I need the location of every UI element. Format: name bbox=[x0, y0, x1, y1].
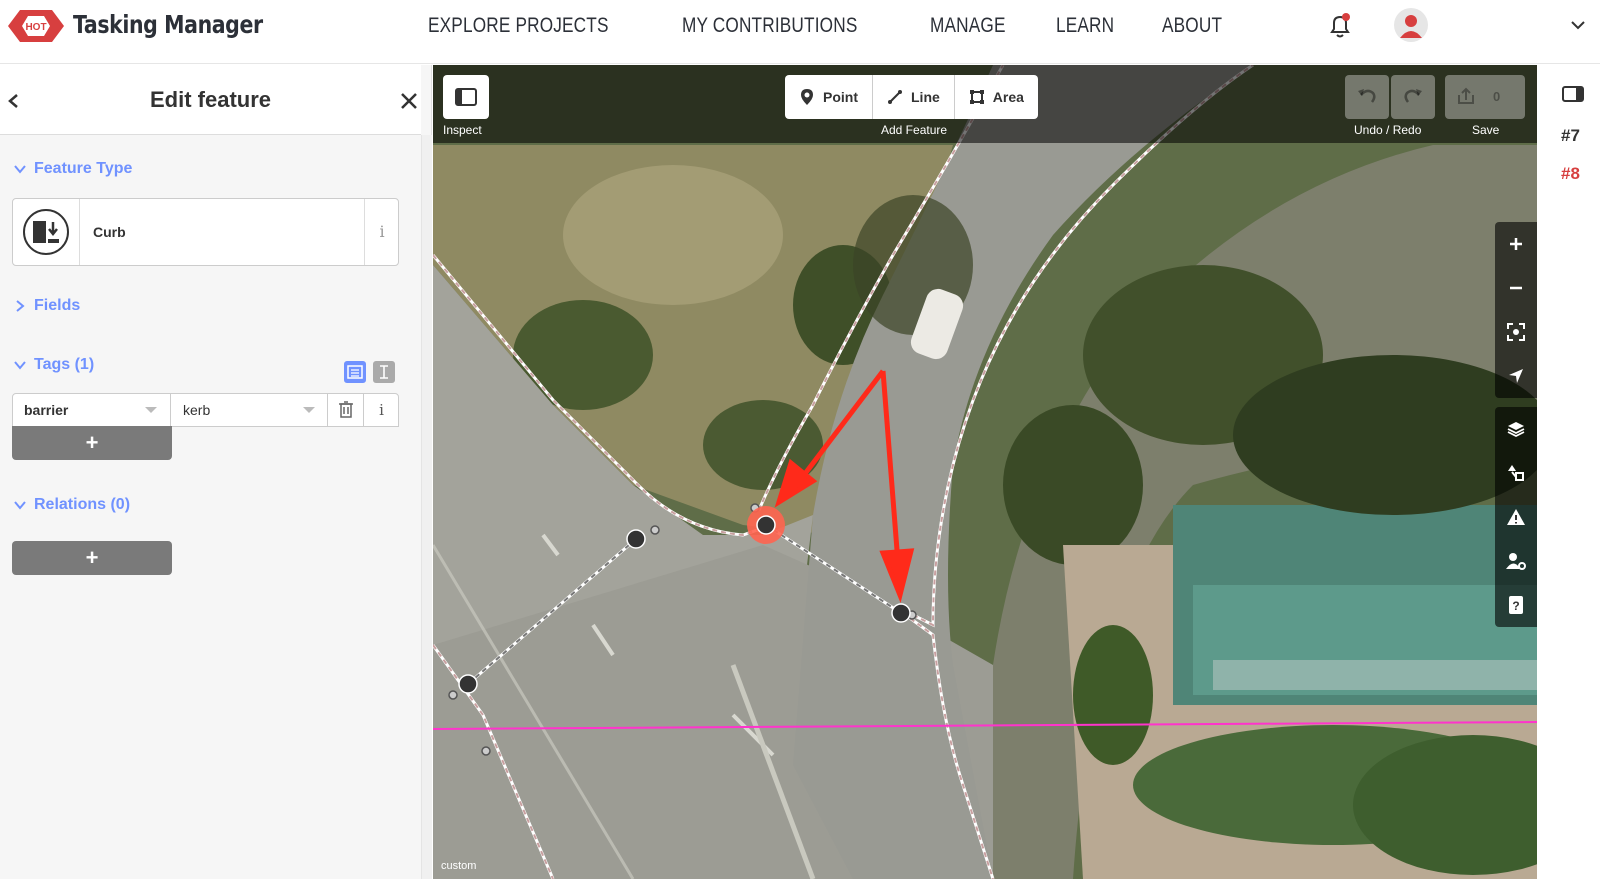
list-view-icon[interactable] bbox=[344, 361, 366, 383]
save-count: 0 bbox=[1493, 89, 1501, 104]
logo-text: HOT bbox=[25, 22, 46, 33]
relations-section-toggle[interactable]: Relations (0) bbox=[14, 496, 130, 514]
add-tag-button[interactable]: + bbox=[12, 426, 172, 460]
undo-icon bbox=[1358, 89, 1376, 103]
hot-logo[interactable]: HOT bbox=[8, 8, 64, 44]
preset-icon-cell bbox=[13, 199, 80, 265]
tags-section-toggle[interactable]: Tags (1) bbox=[14, 356, 94, 374]
tag-view-toggle bbox=[337, 361, 395, 383]
preset-info-button[interactable]: i bbox=[364, 199, 399, 265]
preferences-user-gear-icon[interactable] bbox=[1495, 539, 1537, 583]
save-button[interactable]: 0 bbox=[1445, 75, 1525, 119]
help-icon[interactable]: ? bbox=[1495, 583, 1537, 627]
sidebar-toggle-icon bbox=[455, 88, 477, 106]
notification-bell-icon[interactable] bbox=[1327, 12, 1353, 40]
redo-icon bbox=[1404, 89, 1422, 103]
fields-section-toggle[interactable]: Fields bbox=[14, 297, 80, 315]
nav-manage[interactable]: MANAGE bbox=[930, 14, 1006, 38]
fields-heading: Fields bbox=[34, 297, 81, 314]
close-icon[interactable] bbox=[398, 90, 420, 112]
redo-button[interactable] bbox=[1391, 75, 1435, 119]
undo-redo-label: Undo / Redo bbox=[1354, 123, 1422, 137]
editor-sidebar: Edit feature Feature Type Curb i Fields … bbox=[0, 65, 432, 879]
curb-preset-icon bbox=[23, 209, 69, 255]
delete-tag-button[interactable] bbox=[328, 394, 364, 426]
add-feature-group: Point Line Area bbox=[785, 75, 1038, 119]
tag-info-button[interactable]: i bbox=[364, 394, 399, 426]
undo-button[interactable] bbox=[1345, 75, 1389, 119]
add-point-button[interactable]: Point bbox=[785, 75, 873, 119]
feature-type-heading: Feature Type bbox=[34, 160, 133, 177]
app-title[interactable]: Tasking Manager bbox=[73, 10, 263, 39]
zoom-in-icon[interactable] bbox=[1495, 222, 1537, 266]
sidebar-header: Edit feature bbox=[0, 65, 421, 135]
main-nav: EXPLORE PROJECTS MY CONTRIBUTIONS MANAGE… bbox=[428, 14, 1269, 38]
map-data-icon[interactable] bbox=[1495, 451, 1537, 495]
geolocate-icon[interactable] bbox=[1495, 354, 1537, 398]
nav-my-contributions[interactable]: MY CONTRIBUTIONS bbox=[682, 14, 857, 38]
user-avatar[interactable] bbox=[1394, 8, 1428, 42]
inspect-label: Inspect bbox=[443, 123, 482, 137]
line-label: Line bbox=[911, 89, 940, 105]
nav-about[interactable]: ABOUT bbox=[1162, 14, 1222, 38]
tag-value-text: kerb bbox=[183, 402, 211, 418]
tags-heading: Tags (1) bbox=[34, 356, 95, 373]
trash-icon bbox=[339, 401, 353, 418]
sidebar-title: Edit feature bbox=[149, 87, 272, 112]
tag-key-text: barrier bbox=[24, 402, 69, 418]
upload-icon bbox=[1458, 87, 1474, 104]
preset-name: Curb bbox=[93, 224, 126, 240]
zoom-out-icon[interactable] bbox=[1495, 266, 1537, 310]
key-dropdown-icon bbox=[145, 407, 157, 413]
nav-learn[interactable]: LEARN bbox=[1056, 14, 1114, 38]
chevron-down-icon bbox=[14, 165, 26, 174]
undo-redo-group bbox=[1345, 75, 1437, 119]
map-panes-controls: ? bbox=[1495, 407, 1537, 627]
svg-text:?: ? bbox=[1512, 599, 1519, 613]
area-icon bbox=[969, 90, 984, 104]
line-icon bbox=[888, 90, 902, 104]
area-label: Area bbox=[992, 89, 1024, 105]
task-link-7[interactable]: #7 bbox=[1561, 126, 1580, 146]
imagery-attribution[interactable]: custom bbox=[441, 860, 476, 872]
chevron-down-icon bbox=[14, 501, 26, 510]
add-area-button[interactable]: Area bbox=[955, 75, 1038, 119]
nav-explore-projects[interactable]: EXPLORE PROJECTS bbox=[428, 14, 609, 38]
map-controls-top bbox=[1495, 222, 1537, 398]
point-label: Point bbox=[823, 89, 858, 105]
preset-selector[interactable]: Curb i bbox=[12, 198, 399, 266]
add-relation-button[interactable]: + bbox=[12, 541, 172, 575]
chevron-down-icon[interactable] bbox=[1570, 18, 1586, 32]
top-navbar: HOT Tasking Manager EXPLORE PROJECTS MY … bbox=[0, 0, 1600, 64]
background-layers-icon[interactable] bbox=[1495, 407, 1537, 451]
add-feature-label: Add Feature bbox=[881, 123, 948, 137]
panel-toggle-icon[interactable] bbox=[1561, 85, 1585, 103]
chevron-down-icon bbox=[14, 361, 26, 370]
issues-warning-icon[interactable] bbox=[1495, 495, 1537, 539]
value-dropdown-icon bbox=[303, 407, 315, 413]
tag-value-input[interactable]: kerb bbox=[171, 394, 328, 426]
inspect-button[interactable] bbox=[443, 75, 489, 119]
task-link-8[interactable]: #8 bbox=[1561, 164, 1580, 184]
point-icon bbox=[801, 89, 813, 105]
relations-heading: Relations (0) bbox=[34, 496, 131, 513]
chevron-right-icon bbox=[16, 300, 25, 312]
text-view-icon[interactable] bbox=[373, 361, 395, 383]
add-line-button[interactable]: Line bbox=[873, 75, 955, 119]
task-strip: #7 #8 bbox=[1537, 65, 1600, 879]
zoom-to-selection-icon[interactable] bbox=[1495, 310, 1537, 354]
map-canvas[interactable]: Inspect Point Line Area Add Feature Undo… bbox=[433, 65, 1537, 879]
save-label: Save bbox=[1472, 123, 1500, 137]
aerial-imagery bbox=[433, 65, 1537, 879]
sidebar-scrollbar[interactable] bbox=[421, 135, 432, 879]
tag-row: barrier kerb i bbox=[12, 393, 399, 427]
feature-type-section-toggle[interactable]: Feature Type bbox=[14, 160, 132, 178]
tag-key-input[interactable]: barrier bbox=[13, 394, 171, 426]
